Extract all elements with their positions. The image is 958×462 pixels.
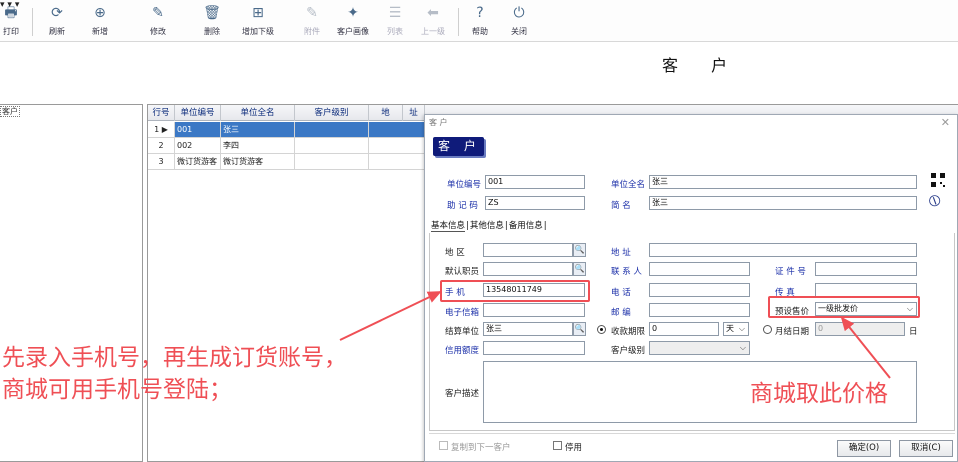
price-annotation-arrow	[840, 316, 891, 379]
annotation-price: 商城取此价格	[750, 381, 888, 407]
mobile-annotation-arrow	[339, 291, 442, 341]
annotation-mobile-line1: 先录入手机号，再生成订货账号，	[2, 345, 347, 371]
annotation-mobile-line2: 商城可用手机号登陆；	[2, 377, 232, 403]
